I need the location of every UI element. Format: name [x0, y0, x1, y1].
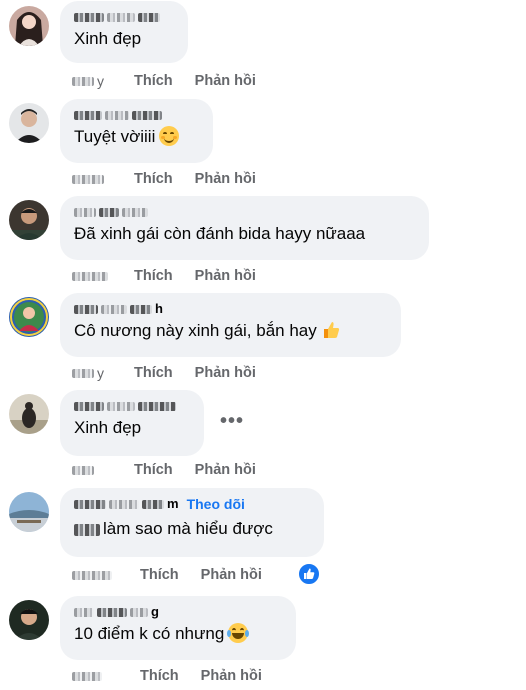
comment-actions: Thích Phản hồi: [72, 267, 256, 285]
comment-bubble: Tuyệt vờiiii: [60, 99, 213, 163]
timestamp[interactable]: y: [72, 73, 134, 89]
comment-actions: y Thích Phản hồi: [72, 364, 256, 382]
like-reaction-icon[interactable]: [297, 562, 321, 586]
reply-button[interactable]: Phản hồi: [195, 462, 256, 478]
like-button[interactable]: Thích: [134, 73, 173, 89]
like-button[interactable]: Thích: [140, 567, 179, 583]
comment-actions: Thích Phản hồi: [72, 566, 262, 584]
follow-button[interactable]: Theo dõi: [187, 496, 245, 512]
comment-bubble: Đã xinh gái còn đánh bida hayy nữaaa: [60, 196, 429, 260]
reply-button[interactable]: Phản hồi: [201, 668, 262, 684]
author-name[interactable]: [74, 107, 200, 123]
timestamp[interactable]: [72, 271, 134, 281]
comment-text: 10 điểm k có nhưng: [74, 623, 283, 645]
comment-bubble: m Theo dõi làm sao mà hiểu được: [60, 488, 324, 557]
timestamp[interactable]: [72, 465, 134, 475]
avatar[interactable]: [9, 200, 49, 240]
comment-bubble: h Cô nương này xinh gái, bắn hay: [60, 293, 401, 357]
comment-text: Xinh đẹp: [74, 29, 142, 48]
comment-text: Xinh đẹp: [74, 418, 142, 437]
more-options-icon[interactable]: •••: [220, 410, 244, 433]
reply-button[interactable]: Phản hồi: [195, 171, 256, 187]
reply-button[interactable]: Phản hồi: [195, 365, 256, 381]
laughing-tears-icon: [227, 623, 250, 643]
like-button[interactable]: Thích: [140, 668, 179, 684]
comment-text: Cô nương này xinh gái, bắn hay: [74, 320, 388, 342]
avatar[interactable]: [9, 492, 49, 532]
comment-text: Tuyệt vờiiii: [74, 126, 200, 148]
like-button[interactable]: Thích: [134, 268, 173, 284]
thumbs-up-icon: [321, 320, 341, 340]
author-name[interactable]: g: [74, 604, 283, 620]
avatar[interactable]: [9, 600, 49, 640]
comment-actions: Thích Phản hồi: [72, 170, 256, 188]
smiling-face-icon: [159, 126, 180, 146]
comment-bubble: g 10 điểm k có nhưng: [60, 596, 296, 660]
avatar[interactable]: [9, 6, 49, 46]
comment-text: Đã xinh gái còn đánh bida hayy nữaaa: [74, 224, 366, 243]
avatar[interactable]: [9, 297, 49, 337]
timestamp[interactable]: [72, 570, 140, 580]
reply-button[interactable]: Phản hồi: [201, 567, 262, 583]
avatar[interactable]: [9, 394, 49, 434]
like-button[interactable]: Thích: [134, 365, 173, 381]
comment-actions: Thích Phản hồi: [72, 667, 262, 685]
comment-actions: y Thích Phản hồi: [72, 72, 256, 90]
timestamp[interactable]: [72, 671, 140, 681]
comment-actions: Thích Phản hồi: [72, 461, 256, 479]
reply-button[interactable]: Phản hồi: [195, 268, 256, 284]
comment-text: làm sao mà hiểu được: [74, 518, 311, 540]
like-button[interactable]: Thích: [134, 462, 173, 478]
timestamp[interactable]: y: [72, 365, 134, 381]
timestamp[interactable]: [72, 174, 134, 184]
reply-button[interactable]: Phản hồi: [195, 73, 256, 89]
comment-bubble: Xinh đẹp: [60, 390, 204, 456]
like-button[interactable]: Thích: [134, 171, 173, 187]
author-name[interactable]: [74, 9, 175, 25]
author-name[interactable]: [74, 398, 191, 414]
comment-bubble: Xinh đẹp: [60, 1, 188, 63]
author-name[interactable]: [74, 204, 416, 220]
author-name[interactable]: h: [74, 301, 388, 317]
author-name[interactable]: m Theo dõi: [74, 496, 311, 512]
avatar[interactable]: [9, 103, 49, 143]
